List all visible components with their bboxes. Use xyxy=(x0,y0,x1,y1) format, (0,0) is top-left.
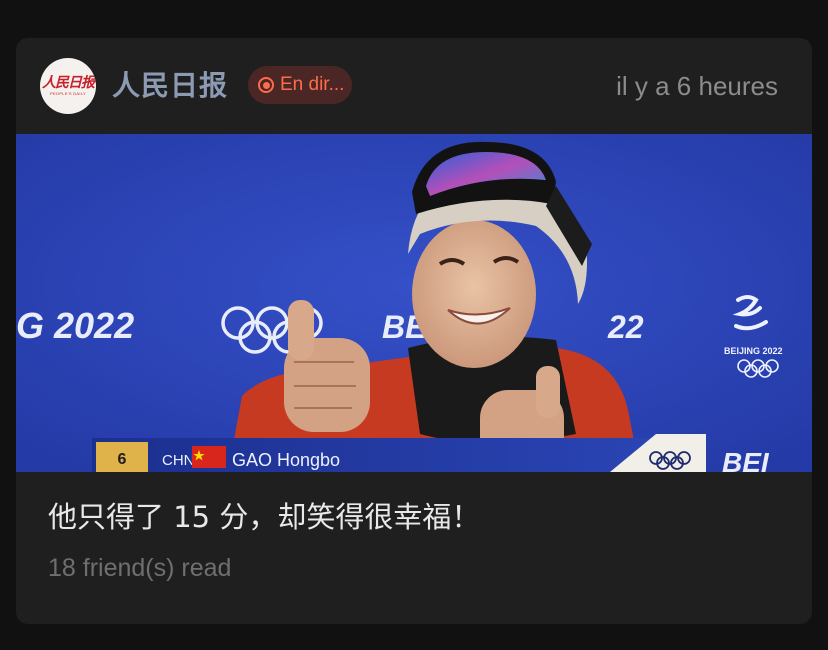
banner-text-left: G 2022 xyxy=(16,305,134,346)
video-thumbnail[interactable]: G 2022 BE 22 BEIJING 2022 6 CHN GAO Hong… xyxy=(16,134,812,472)
thumbnail-scene: G 2022 BE 22 BEIJING 2022 6 CHN GAO Hong… xyxy=(16,134,812,472)
live-badge[interactable]: En dir... xyxy=(248,66,352,104)
banner-text-bottom-right: BEI xyxy=(722,447,770,472)
banner-text-right: 22 xyxy=(607,309,644,345)
athlete-face xyxy=(412,220,536,368)
china-flag-icon xyxy=(192,446,226,468)
lower-third: 6 CHN GAO Hongbo xyxy=(92,434,706,472)
post-headline[interactable]: 他只得了 15 分，却笑得很幸福！ xyxy=(48,496,788,538)
live-label: En dir... xyxy=(280,74,345,95)
live-dot-icon xyxy=(258,77,274,93)
friends-read-count: 18 friend(s) read xyxy=(48,554,232,582)
emblem-caption: BEIJING 2022 xyxy=(724,346,783,356)
athlete-name: GAO Hongbo xyxy=(232,450,340,470)
source-name[interactable]: 人民日报 xyxy=(112,66,228,106)
feed-card[interactable]: 人民日报 PEOPLE'S DAILY 人民日报 En dir... il y … xyxy=(16,38,812,624)
source-logo-subtext: PEOPLE'S DAILY xyxy=(49,90,86,96)
post-timestamp: il y a 6 heures xyxy=(616,71,778,101)
card-header: 人民日报 PEOPLE'S DAILY 人民日报 En dir... il y … xyxy=(16,38,812,134)
source-avatar[interactable]: 人民日报 PEOPLE'S DAILY xyxy=(40,58,96,114)
athlete-rank: 6 xyxy=(118,451,127,468)
source-logo-text: 人民日报 xyxy=(42,74,95,91)
athlete-country: CHN xyxy=(162,452,195,469)
